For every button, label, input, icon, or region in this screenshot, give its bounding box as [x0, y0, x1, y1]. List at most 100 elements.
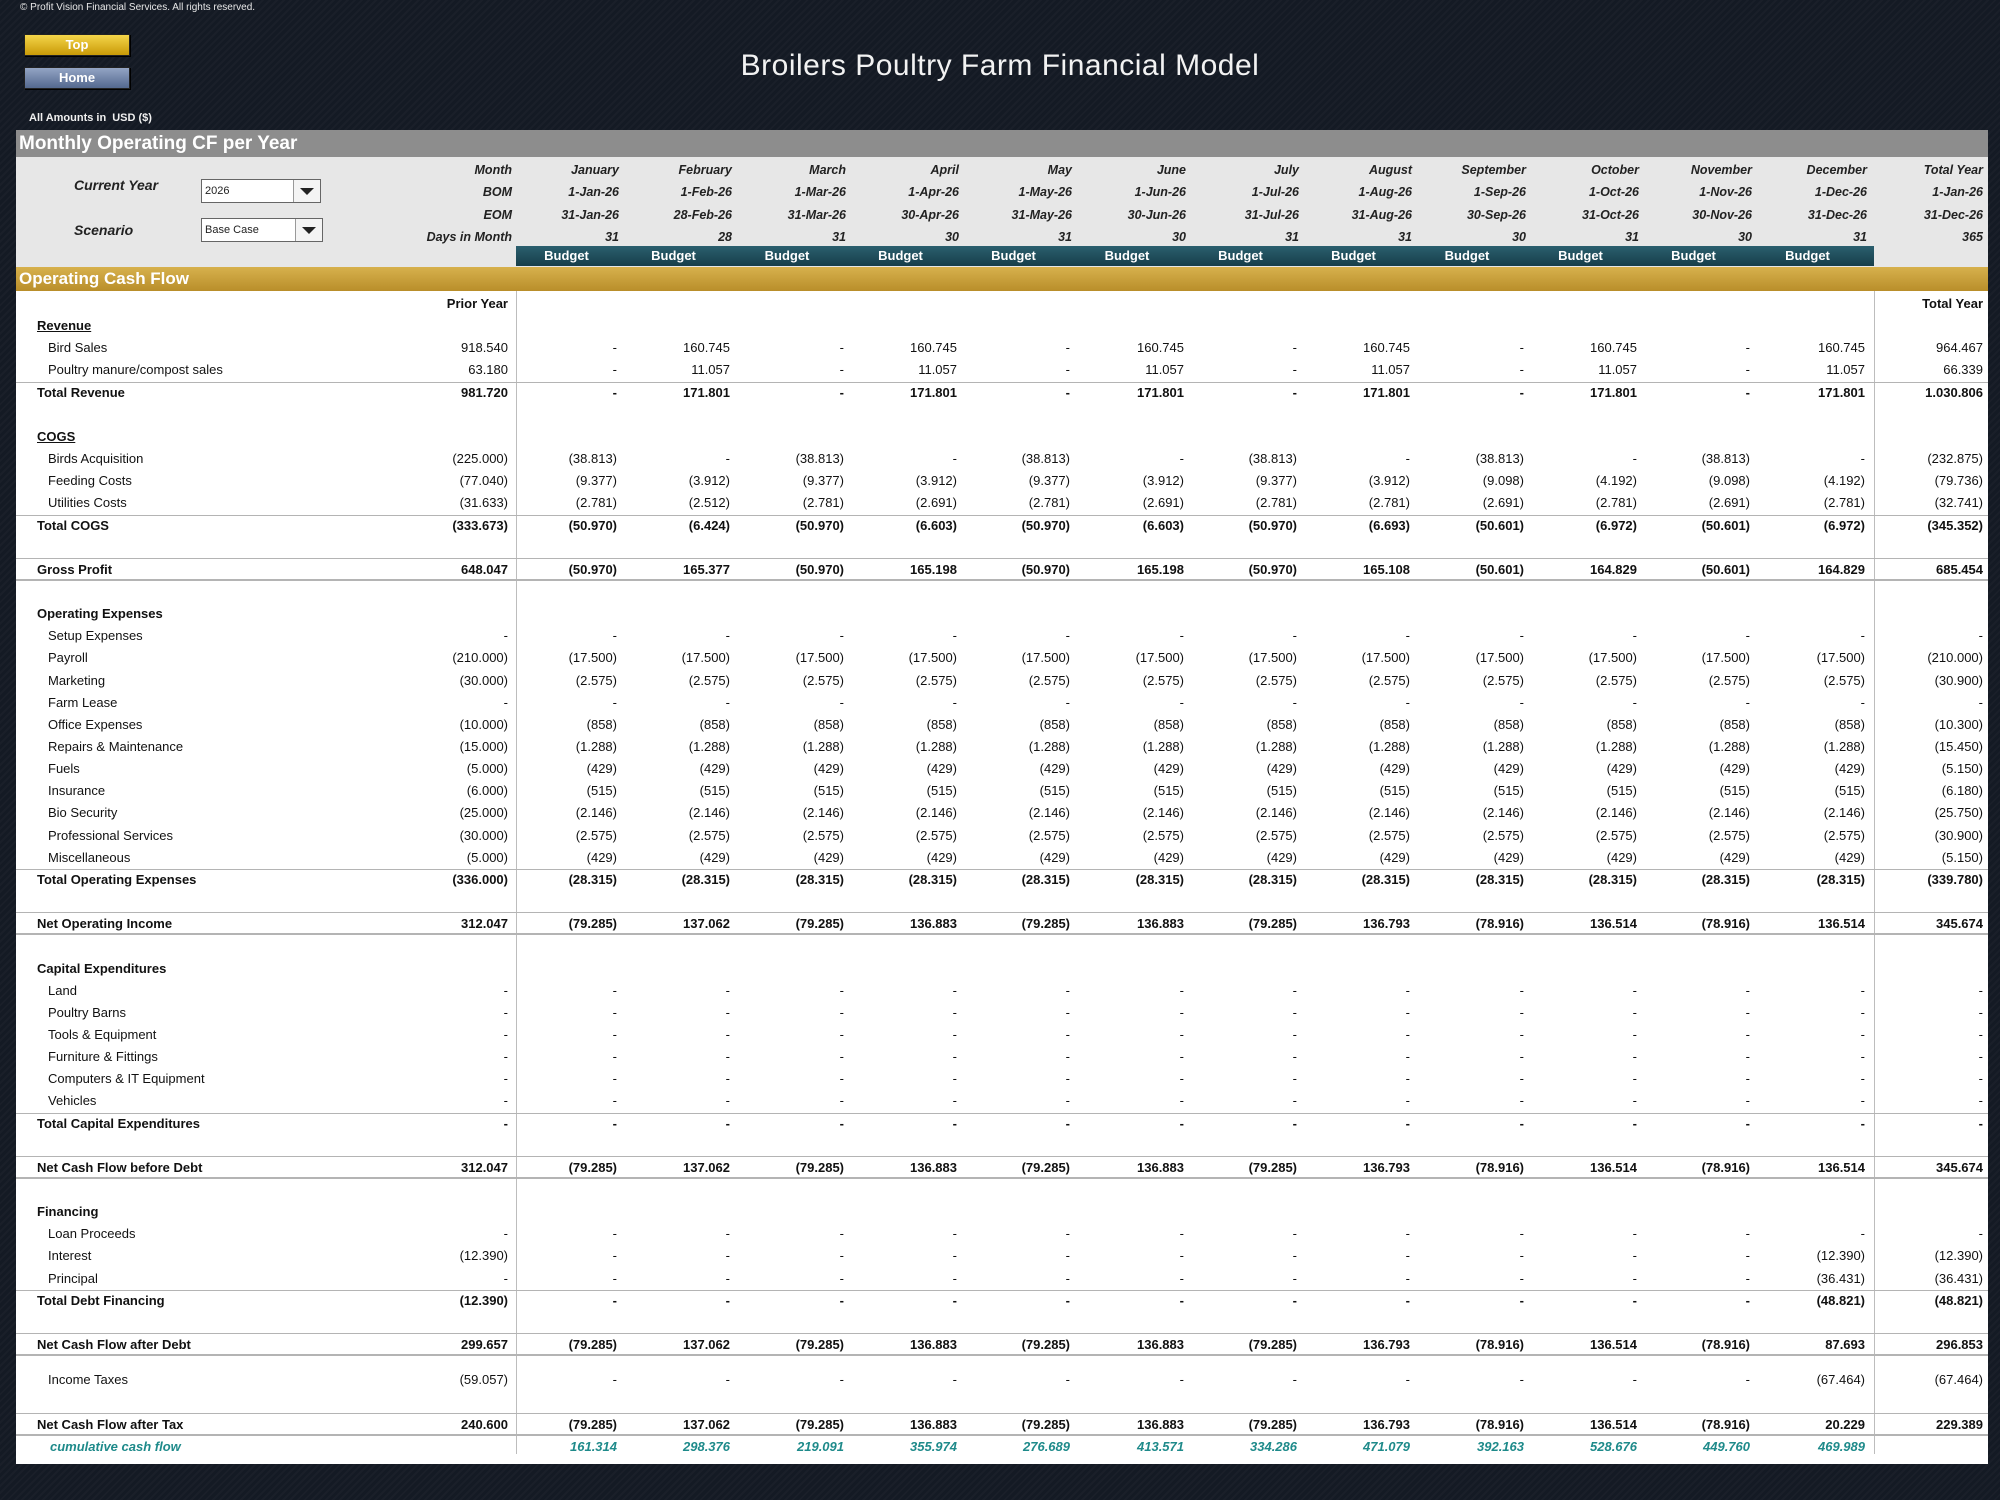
month-value: -	[1745, 628, 1750, 644]
month-value: (28.315)	[1588, 871, 1637, 887]
month-header-bom: 1-Jul-26	[1251, 185, 1299, 199]
month-value: -	[1519, 1026, 1524, 1042]
month-value: (429)	[1266, 849, 1297, 865]
month-value: 11.057	[691, 362, 730, 378]
chevron-down-icon[interactable]	[293, 180, 320, 202]
total-year-value: (10.300)	[1934, 716, 1983, 732]
total-year-value: (30.900)	[1934, 827, 1983, 843]
row-separator	[16, 1412, 1988, 1414]
month-value: (429)	[586, 761, 617, 777]
total-year-value: -	[1978, 1004, 1983, 1020]
month-value: (2.575)	[1708, 827, 1750, 843]
month-value: -	[1065, 1026, 1070, 1042]
month-value: (1.288)	[1823, 739, 1865, 754]
month-value: -	[1292, 1093, 1297, 1109]
month-value: (50.970)	[795, 517, 844, 533]
prior-year-value: -	[503, 694, 508, 710]
month-value: 171.801	[683, 384, 730, 400]
total-year-value: 345.674	[1936, 916, 1983, 932]
month-value: 171.801	[1818, 384, 1865, 400]
month-value: -	[1065, 1049, 1070, 1065]
total-year-value: (79.736)	[1934, 473, 1983, 489]
prior-year-value: -	[503, 1026, 508, 1042]
prior-year-value: 648.047	[461, 561, 508, 577]
month-value: 136.883	[1137, 1416, 1184, 1432]
row-label: Fuels	[48, 761, 80, 777]
month-value: -	[612, 1226, 617, 1242]
month-value: (2.575)	[915, 827, 957, 843]
month-value: (12.390)	[1816, 1248, 1865, 1264]
month-value: (50.970)	[568, 561, 617, 577]
month-value: (2.575)	[802, 827, 844, 843]
row-label: Net Cash Flow after Tax	[37, 1416, 184, 1432]
total-year-value: (67.464)	[1934, 1372, 1983, 1388]
month-value: (2.575)	[1255, 672, 1297, 688]
month-value: (1.288)	[688, 739, 730, 754]
month-value: (2.781)	[1368, 495, 1410, 511]
month-value: -	[725, 628, 730, 644]
month-value: (17.500)	[908, 650, 957, 666]
month-value: (515)	[1039, 783, 1070, 799]
current-year-dropdown[interactable]: 2026	[201, 179, 321, 203]
row-label: Net Cash Flow after Debt	[37, 1337, 191, 1353]
chevron-down-icon[interactable]	[295, 219, 322, 241]
month-value: (79.285)	[1248, 1159, 1297, 1175]
month-value: -	[1292, 340, 1297, 356]
month-value: -	[1179, 1004, 1184, 1020]
month-value: (50.970)	[1021, 517, 1070, 533]
month-value: (2.575)	[1028, 672, 1070, 688]
row-label: Total Debt Financing	[37, 1292, 165, 1308]
month-header-name: February	[678, 163, 733, 177]
month-value: (429)	[1719, 761, 1750, 777]
month-value: 20.229	[1825, 1416, 1865, 1432]
row-label: Net Operating Income	[37, 916, 173, 932]
month-value: 136.793	[1363, 1416, 1410, 1432]
month-value: -	[952, 1093, 957, 1109]
month-value: (3.912)	[688, 473, 730, 489]
month-value: (2.575)	[1823, 672, 1865, 688]
month-value: -	[1632, 1226, 1637, 1242]
month-value: -	[952, 982, 957, 998]
month-value: (78.916)	[1701, 1337, 1750, 1353]
month-value: -	[1632, 982, 1637, 998]
month-value: -	[1860, 1004, 1865, 1020]
current-year-label: Current Year	[74, 177, 159, 193]
month-header-name: December	[1806, 163, 1867, 177]
prior-year-value: (12.390)	[459, 1292, 508, 1308]
month-value: -	[725, 1248, 730, 1264]
total-year-value: (210.000)	[1927, 650, 1983, 666]
total-year-value: -	[1978, 694, 1983, 710]
scenario-dropdown[interactable]: Base Case	[201, 218, 323, 242]
month-value: (1.288)	[802, 739, 844, 754]
month-value: -	[1519, 1071, 1524, 1087]
month-value: -	[1860, 1226, 1865, 1242]
month-value: (2.575)	[1595, 827, 1637, 843]
month-header-eom: 31-Aug-26	[1351, 208, 1412, 222]
month-value: 136.514	[1590, 1159, 1637, 1175]
total-year-value: (12.390)	[1934, 1248, 1983, 1264]
month-header-name: September	[1461, 163, 1526, 177]
month-value: (858)	[1379, 716, 1410, 732]
month-header-name: October	[1591, 163, 1639, 177]
month-value: (858)	[1493, 716, 1524, 732]
month-value: -	[1860, 628, 1865, 644]
month-value: -	[725, 1270, 730, 1286]
month-value: (2.146)	[915, 805, 957, 821]
month-value: -	[1065, 1372, 1070, 1388]
month-value: (2.781)	[1595, 495, 1637, 511]
month-value: -	[839, 362, 844, 378]
month-value: -	[1405, 1292, 1410, 1308]
month-value: (429)	[1719, 849, 1750, 865]
row-label: Payroll	[48, 650, 88, 666]
row-separator	[16, 912, 1988, 914]
prior-year-value: -	[503, 1071, 508, 1087]
prior-year-value: -	[503, 982, 508, 998]
prior-year-value: 240.600	[461, 1416, 508, 1432]
month-value: (2.146)	[1028, 805, 1070, 821]
month-value: (79.285)	[1248, 1337, 1297, 1353]
copyright-notice: © Profit Vision Financial Services. All …	[20, 2, 256, 13]
month-value: (79.285)	[568, 1416, 617, 1432]
budget-band: Budget Budget Budget Budget Budget Budget Budg…	[516, 246, 1874, 266]
month-value: (78.916)	[1475, 916, 1524, 932]
month-value: 136.514	[1590, 1337, 1637, 1353]
